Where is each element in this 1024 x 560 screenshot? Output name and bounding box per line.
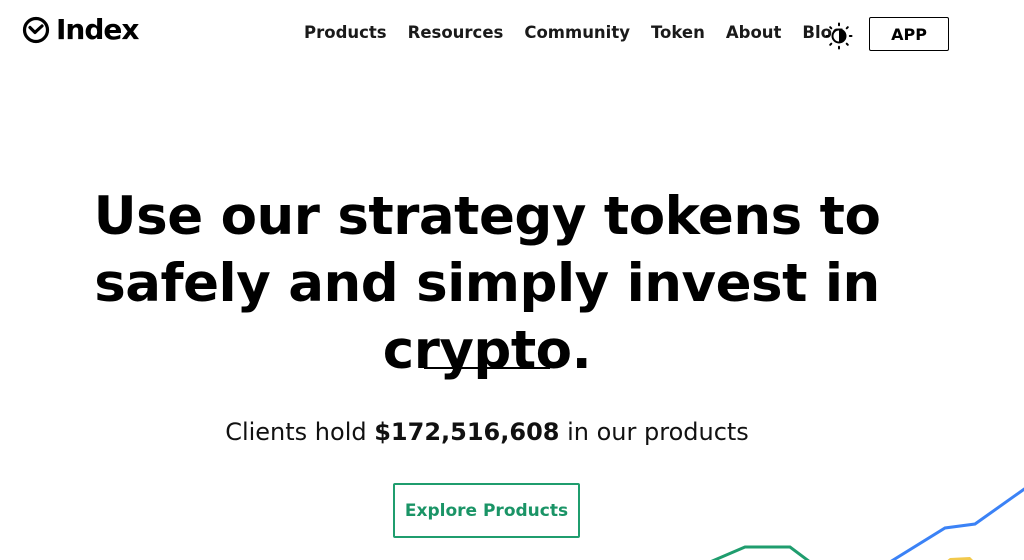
index-logo-icon — [22, 16, 50, 44]
hero-divider — [424, 367, 550, 369]
client-holdings-stat: Clients hold $172,516,608 in our product… — [0, 418, 974, 446]
page: Index Products Resources Community Token… — [0, 0, 1024, 560]
hero-headline: Use our strategy tokens to safely and si… — [93, 186, 881, 381]
nav-token[interactable]: Token — [651, 23, 705, 42]
nav-resources[interactable]: Resources — [408, 23, 504, 42]
stat-suffix: in our products — [559, 418, 749, 446]
nav-products[interactable]: Products — [304, 23, 387, 42]
green-line — [710, 545, 810, 560]
index-logo[interactable]: Index — [22, 13, 139, 46]
decorative-chart-graphic — [710, 487, 1024, 560]
stat-value: $172,516,608 — [374, 418, 560, 446]
app-button[interactable]: APP — [869, 17, 949, 51]
nav-about[interactable]: About — [726, 23, 782, 42]
theme-toggle-button[interactable] — [825, 22, 853, 50]
theme-toggle-icon — [825, 22, 853, 50]
main-nav: Products Resources Community Token About… — [304, 23, 865, 42]
nav-community[interactable]: Community — [524, 23, 630, 42]
logo-text: Index — [56, 13, 139, 46]
explore-products-button[interactable]: Explore Products — [393, 483, 580, 538]
blue-line — [890, 487, 1024, 560]
stat-prefix: Clients hold — [225, 418, 375, 446]
